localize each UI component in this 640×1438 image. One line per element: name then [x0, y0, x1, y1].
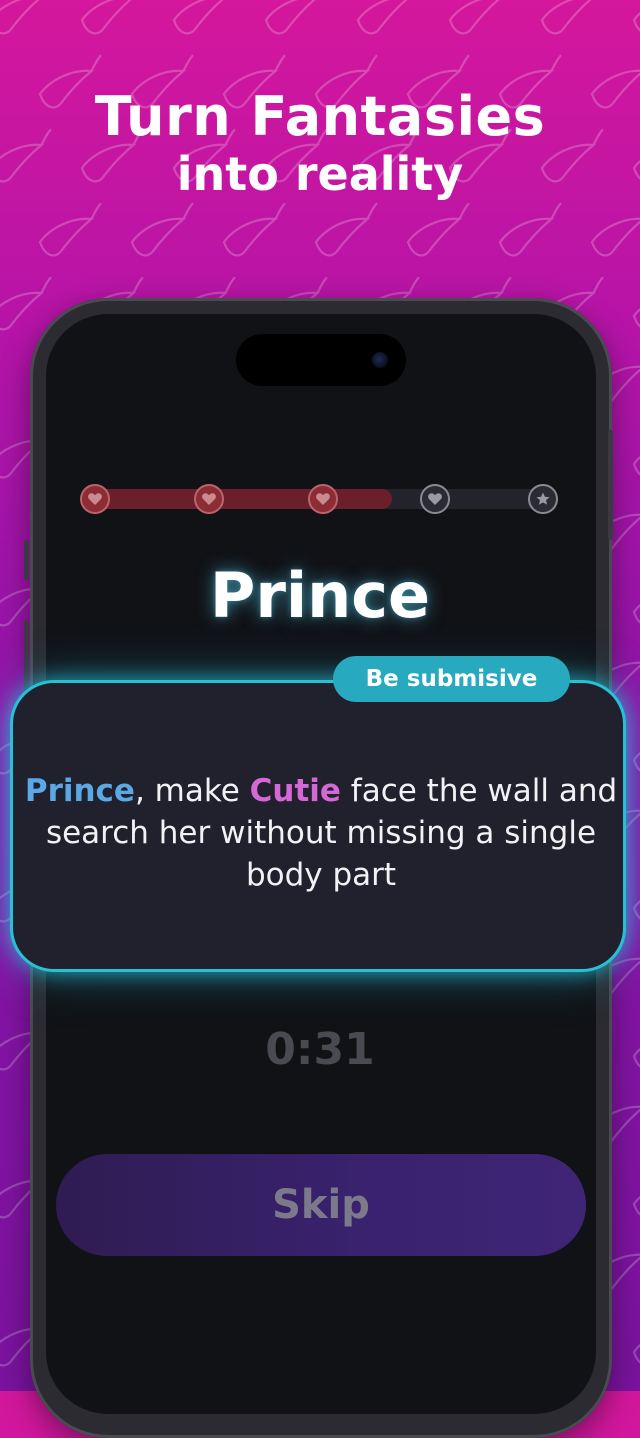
countdown-timer: 0:31 — [265, 1024, 375, 1075]
dare-card-text: Prince, make Cutie face the wall and sea… — [22, 770, 620, 896]
skip-button[interactable]: Skip — [56, 1154, 586, 1256]
star-icon — [536, 492, 550, 505]
headline-line-1: Turn Fantasies — [94, 85, 546, 148]
progress-fill — [94, 489, 392, 509]
current-player-name: Prince — [209, 559, 431, 632]
camera-icon — [372, 352, 388, 368]
progress-step-3 — [308, 484, 338, 514]
heart-icon — [428, 493, 442, 505]
progress-step-5 — [528, 484, 558, 514]
dare-text-segment-1: , make — [134, 773, 250, 809]
heart-icon — [316, 493, 330, 505]
phone-power-button — [608, 430, 613, 540]
headline: Turn Fantasies into reality — [0, 85, 640, 201]
dare-actor-name: Prince — [24, 773, 135, 809]
progress-step-4 — [420, 484, 450, 514]
dare-target-name: Cutie — [249, 773, 341, 809]
headline-line-2: into reality — [176, 147, 464, 201]
heart-icon — [88, 493, 102, 505]
dare-category-badge: Be submisive — [333, 656, 570, 702]
game-progress-bar — [80, 484, 560, 514]
progress-step-2 — [194, 484, 224, 514]
heart-icon — [202, 493, 216, 505]
progress-step-1 — [80, 484, 110, 514]
